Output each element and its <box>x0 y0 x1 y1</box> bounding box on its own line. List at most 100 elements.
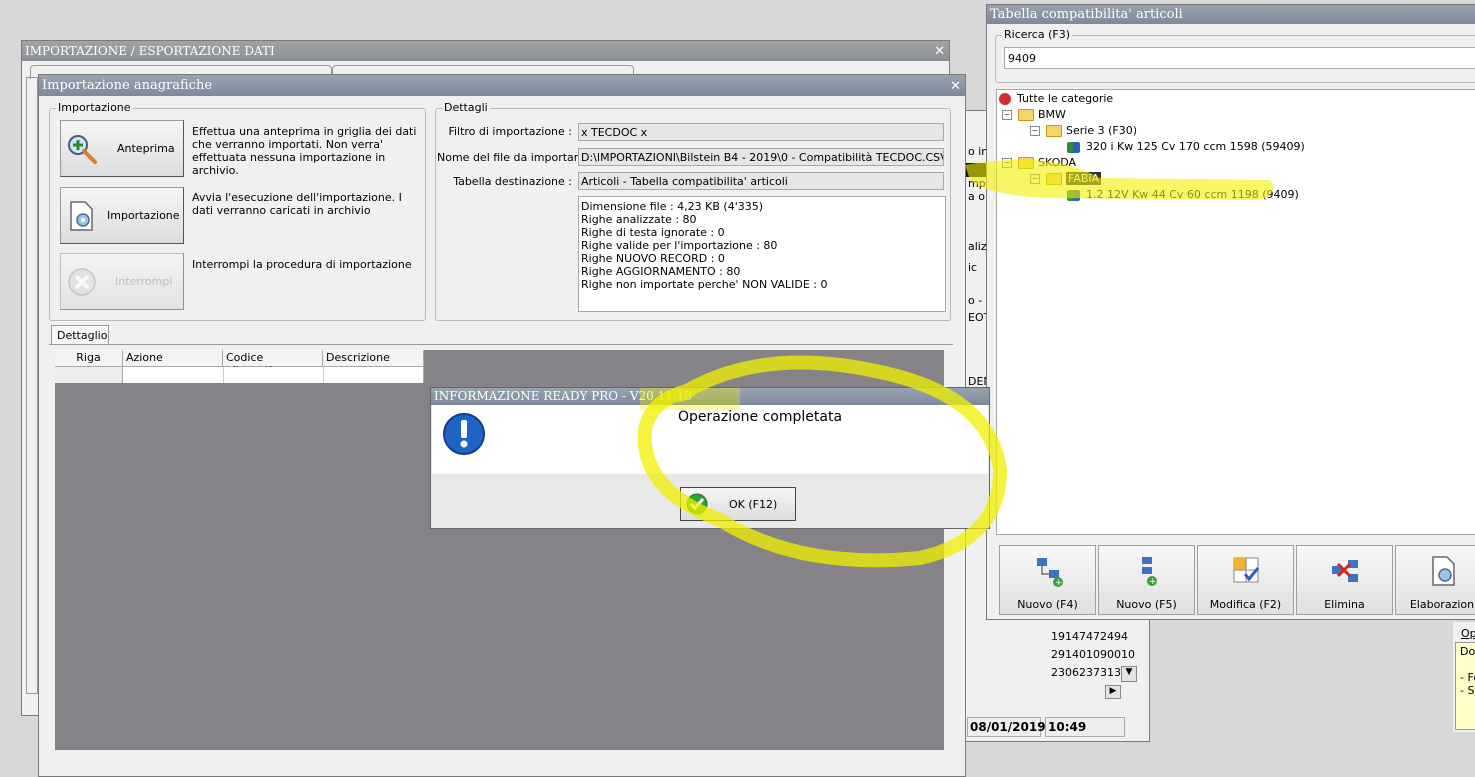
dialog-message: Operazione completata <box>678 409 843 425</box>
group-label: Importazione <box>56 101 133 114</box>
stats-line: Dimensione file : 4,23 KB (4'335) <box>581 200 764 213</box>
anteprima-label: Anteprima <box>117 142 175 155</box>
ok-button[interactable]: OK (F12) <box>680 487 796 521</box>
tab-panel-edge <box>26 77 38 694</box>
collapse-icon[interactable]: − <box>1030 126 1040 136</box>
group-label: Dettagli <box>442 101 490 114</box>
interrompi-button[interactable]: Interrompi <box>60 253 184 310</box>
collapse-icon[interactable]: − <box>1002 110 1012 120</box>
note-panel: Op Dop - Fo - Sp <box>1453 622 1475 732</box>
scroll-right-arrow[interactable]: ▶ <box>1105 685 1121 699</box>
ok-label: OK (F12) <box>729 497 778 511</box>
tree-label: 320 i Kw 125 Cv 170 ccm 1598 (59409) <box>1086 140 1305 153</box>
stats-line: Righe AGGIORNAMENTO : 80 <box>581 265 741 278</box>
import-export-titlebar: IMPORTAZIONE / ESPORTAZIONE DATI ✕ <box>22 41 949 61</box>
document-gear-icon <box>70 200 93 231</box>
note-box: Dop - Fo - Sp <box>1455 642 1475 730</box>
new-child-icon: + <box>1141 557 1157 587</box>
delete-node-icon <box>1331 560 1358 582</box>
scroll-down-arrow[interactable]: ▼ <box>1121 666 1137 682</box>
folder-icon <box>1018 157 1034 169</box>
folder-icon <box>1046 173 1062 185</box>
stats-line: Righe analizzate : 80 <box>581 213 697 226</box>
close-icon[interactable]: ✕ <box>950 76 961 96</box>
elimina-button[interactable]: Elimina <box>1296 545 1393 615</box>
grid-header-descrizione[interactable]: Descrizione <box>323 350 424 367</box>
anteprima-button[interactable]: Anteprima <box>60 120 184 177</box>
note-label: Op <box>1461 627 1475 640</box>
tree-node-variant2[interactable]: 1.2 12V Kw 44 Cv 60 ccm 1198 (9409) <box>1067 188 1299 201</box>
tree-node-serie3[interactable]: − Serie 3 (F30) <box>1030 124 1137 137</box>
stats-line: Righe valide per l'importazione : 80 <box>581 239 778 252</box>
tree-label: SKODA <box>1038 156 1077 169</box>
toolbar-label: Nuovo (F4) <box>1017 598 1078 611</box>
grid-row-indicator <box>55 367 123 383</box>
svg-text:+: + <box>1149 577 1157 587</box>
file-name-field[interactable]: D:\IMPORTAZIONI\Bilstein B4 - 2019\0 - C… <box>578 148 944 166</box>
tree-root[interactable]: Tutte le categorie <box>999 92 1113 105</box>
note-line: - Fo <box>1460 671 1475 684</box>
grid-header-azione[interactable]: Azione <box>123 350 223 367</box>
status-date: 08/01/2019 <box>967 717 1046 737</box>
category-tree: Tutte le categorie − BMW − Serie 3 (F30) 3… <box>996 89 1475 535</box>
background-fragment: aliz <box>968 240 987 253</box>
folder-icon <box>1018 109 1034 121</box>
importazione-button[interactable]: Importazione <box>60 187 184 244</box>
toolbar-label: Modifica (F2) <box>1209 598 1282 611</box>
search-label: Ricerca (F3) <box>1002 28 1072 41</box>
edit-grid-icon <box>1233 557 1259 583</box>
tree-node-fabia[interactable]: − FABIA <box>1030 172 1102 185</box>
strawberry-icon <box>999 93 1011 105</box>
background-fragment: ic <box>968 261 978 274</box>
filtro-label: Filtro di importazione : <box>448 125 572 138</box>
nuovo-f4-button[interactable]: + Nuovo (F4) <box>999 545 1096 615</box>
stats-line: Righe non importate perche' NON VALIDE :… <box>581 278 828 291</box>
tree-label: 1.2 12V Kw 44 Cv 60 ccm 1198 (9409) <box>1086 188 1299 201</box>
filtro-field[interactable]: x TECDOC x <box>578 123 944 141</box>
tree-label-selected: FABIA <box>1066 172 1102 185</box>
elaborazioni-button[interactable]: Elaborazioni <box>1395 545 1475 615</box>
tab-dettaglio[interactable]: Dettaglio <box>51 325 109 345</box>
tree-node-bmw[interactable]: − BMW <box>1002 108 1066 121</box>
check-icon <box>686 493 708 515</box>
modifica-button[interactable]: Modifica (F2) <box>1197 545 1294 615</box>
close-icon[interactable]: ✕ <box>934 42 945 61</box>
toolbar-label: Elaborazioni <box>1409 598 1475 611</box>
exclamation-icon <box>443 413 485 455</box>
note-line: Dop <box>1460 645 1475 658</box>
window-title: Importazione anagrafiche <box>42 78 213 93</box>
info-dialog: INFORMAZIONE READY PRO - V20.11.10 Opera… <box>430 387 990 529</box>
importazione-description: Avvia l'esecuzione dell'importazione. I … <box>192 191 402 217</box>
tree-node-variant1[interactable]: 320 i Kw 125 Cv 170 ccm 1598 (59409) <box>1067 140 1305 153</box>
tree-label: Serie 3 (F30) <box>1066 124 1137 137</box>
table-row[interactable] <box>123 367 424 383</box>
folder-icon <box>1046 125 1062 137</box>
tree-node-skoda[interactable]: − SKODA <box>1002 156 1076 169</box>
vehicle-icon <box>1067 141 1080 153</box>
tree-label: BMW <box>1038 108 1066 121</box>
document-gear-icon <box>1431 556 1455 586</box>
dialog-title: INFORMAZIONE READY PRO - V20.11.10 <box>434 389 692 403</box>
file-name-label: Nome del file da importare : <box>437 151 593 164</box>
magnifier-icon <box>68 134 97 164</box>
tree-label: Tutte le categorie <box>1017 92 1114 105</box>
compatibility-window: Tabella compatibilita' articoli Ricerca … <box>986 4 1475 620</box>
status-time: 10:49 <box>1045 717 1125 737</box>
tabella-field[interactable]: Articoli - Tabella compatibilita' artico… <box>578 172 944 190</box>
tabella-label: Tabella destinazione : <box>453 175 572 188</box>
collapse-icon[interactable]: − <box>1002 158 1012 168</box>
collapse-icon[interactable]: − <box>1030 174 1040 184</box>
toolbar-label: Nuovo (F5) <box>1116 598 1177 611</box>
nuovo-f5-button[interactable]: + Nuovo (F5) <box>1098 545 1195 615</box>
stats-box: Dimensione file : 4,23 KB (4'335) Righe … <box>578 196 946 312</box>
grid-header-codice[interactable]: Codice alternativo <box>223 350 323 377</box>
stats-line: Righe NUOVO RECORD : 0 <box>581 252 725 265</box>
dialog-titlebar: INFORMAZIONE READY PRO - V20.11.10 <box>431 388 989 405</box>
background-number: 19147472494 <box>1051 630 1128 643</box>
dialog-body: Operazione completata <box>432 405 988 474</box>
stop-icon <box>68 267 96 296</box>
search-input[interactable]: 9409 <box>1004 47 1475 69</box>
grid-header-riga[interactable]: Riga <box>55 350 123 367</box>
note-line: - Sp <box>1460 684 1475 697</box>
window-title: Tabella compatibilita' articoli <box>990 7 1183 22</box>
